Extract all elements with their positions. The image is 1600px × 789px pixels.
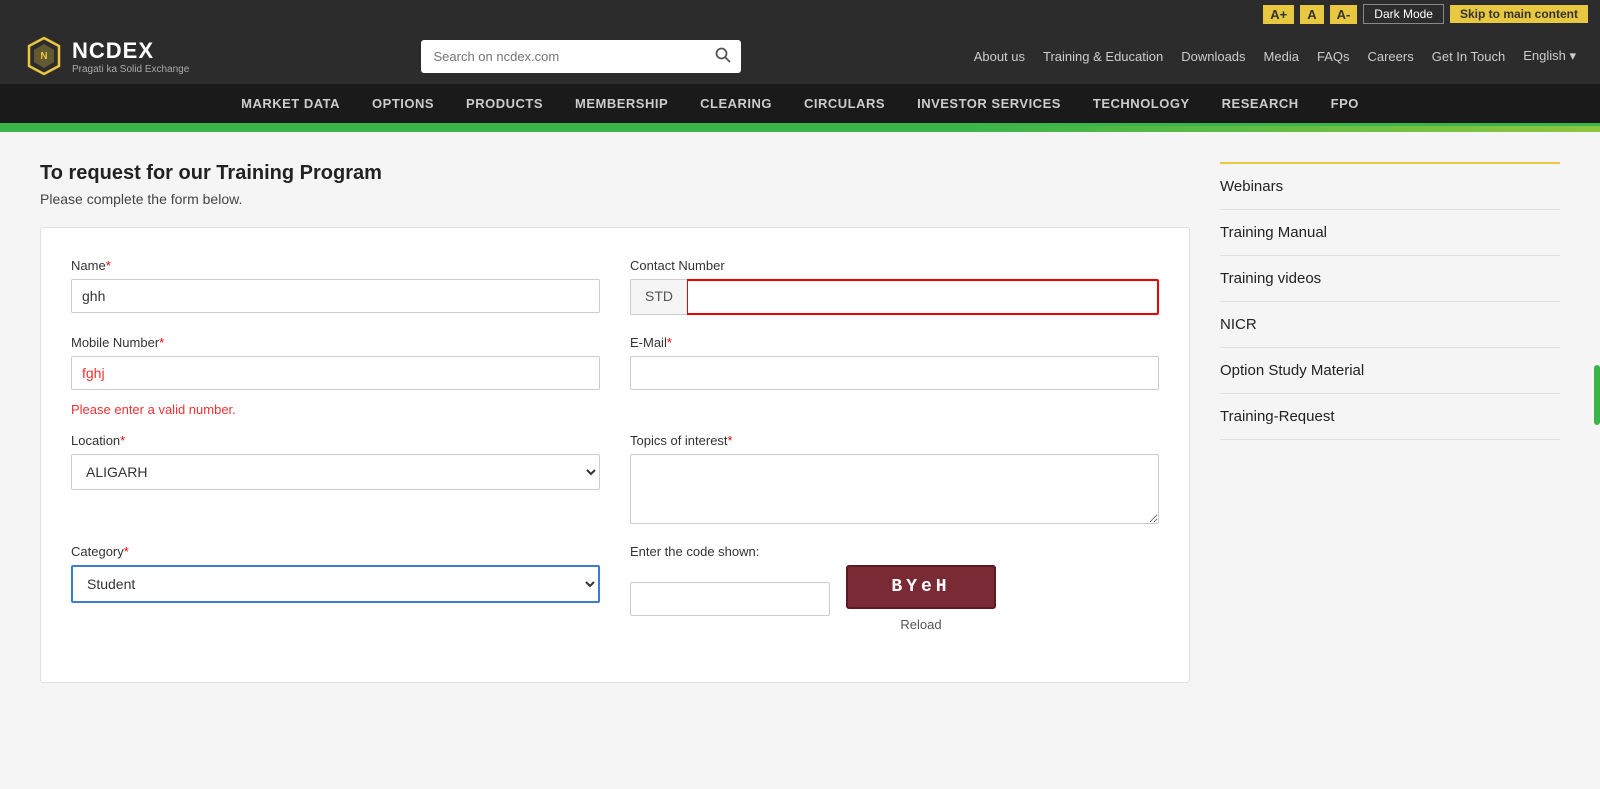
email-input[interactable]	[630, 356, 1159, 390]
logo-area[interactable]: N NCDEX Pragati ka Solid Exchange	[24, 36, 189, 76]
nav-technology[interactable]: TECHNOLOGY	[1077, 84, 1206, 123]
email-group: E-Mail*	[630, 335, 1159, 390]
skip-to-main-link[interactable]: Skip to main content	[1450, 5, 1588, 23]
captcha-input-area: BYeH Reload	[630, 565, 1159, 632]
downloads-link[interactable]: Downloads	[1181, 49, 1245, 64]
page-title: To request for our Training Program	[40, 162, 1190, 185]
captcha-image: BYeH	[846, 565, 996, 609]
font-size-normal-button[interactable]: A	[1300, 5, 1323, 24]
nav-membership[interactable]: MEMBERSHIP	[559, 84, 684, 123]
contact-group: Contact Number STD	[630, 258, 1159, 315]
search-button[interactable]	[705, 40, 741, 73]
search-input[interactable]	[421, 42, 705, 71]
sidebar-item-option-study-material[interactable]: Option Study Material	[1220, 348, 1560, 394]
nav-market-data[interactable]: MARKET DATA	[225, 84, 356, 123]
name-input[interactable]	[71, 279, 600, 313]
topics-label: Topics of interest*	[630, 433, 1159, 448]
search-bar	[209, 40, 953, 73]
main-content: To request for our Training Program Plea…	[40, 162, 1190, 683]
top-nav: About us Training & Education Downloads …	[974, 48, 1576, 64]
location-select[interactable]: ALIGARH AGRA DELHI MUMBAI BANGALORE	[71, 454, 600, 490]
form-row-location-topics: Location* ALIGARH AGRA DELHI MUMBAI BANG…	[71, 433, 1159, 524]
get-in-touch-link[interactable]: Get In Touch	[1432, 49, 1505, 64]
nav-research[interactable]: RESEARCH	[1206, 84, 1315, 123]
name-group: Name*	[71, 258, 600, 315]
contact-label: Contact Number	[630, 258, 1159, 273]
captcha-label: Enter the code shown:	[630, 544, 1159, 559]
main-nav: MARKET DATA OPTIONS PRODUCTS MEMBERSHIP …	[0, 84, 1600, 126]
font-size-plus-button[interactable]: A+	[1263, 5, 1294, 24]
location-group: Location* ALIGARH AGRA DELHI MUMBAI BANG…	[71, 433, 600, 524]
nav-options[interactable]: OPTIONS	[356, 84, 450, 123]
form-row-name-contact: Name* Contact Number STD	[71, 258, 1159, 315]
nav-circulars[interactable]: CIRCULARS	[788, 84, 901, 123]
faqs-link[interactable]: FAQs	[1317, 49, 1350, 64]
sidebar-item-training-videos[interactable]: Training videos	[1220, 256, 1560, 302]
nav-clearing[interactable]: CLEARING	[684, 84, 788, 123]
scroll-accent-bar	[1594, 365, 1600, 425]
category-select[interactable]: Student Professional Farmer Trader	[71, 565, 600, 603]
access-bar: A+ A A- Dark Mode Skip to main content	[0, 0, 1600, 28]
contact-number-input[interactable]	[687, 279, 1159, 315]
mobile-input[interactable]	[71, 356, 600, 390]
sidebar-item-webinars[interactable]: Webinars	[1220, 164, 1560, 210]
logo-tagline: Pragati ka Solid Exchange	[72, 64, 189, 75]
training-education-link[interactable]: Training & Education	[1043, 49, 1163, 64]
search-icon	[715, 47, 731, 63]
form-row-mobile-email: Mobile Number* E-Mail*	[71, 335, 1159, 390]
captcha-group: Enter the code shown: BYeH Reload	[630, 544, 1159, 632]
email-label: E-Mail*	[630, 335, 1159, 350]
sidebar-nav: Webinars Training Manual Training videos…	[1220, 162, 1560, 440]
category-label: Category*	[71, 544, 600, 559]
sidebar-item-training-request[interactable]: Training-Request	[1220, 394, 1560, 440]
std-label: STD	[630, 279, 687, 315]
mobile-label: Mobile Number*	[71, 335, 600, 350]
logo-name: NCDEX	[72, 38, 189, 64]
nav-products[interactable]: PRODUCTS	[450, 84, 559, 123]
captcha-input[interactable]	[630, 582, 830, 616]
topics-textarea[interactable]	[630, 454, 1159, 524]
svg-text:N: N	[40, 51, 47, 62]
dark-mode-button[interactable]: Dark Mode	[1363, 4, 1444, 24]
training-request-form: Name* Contact Number STD Mobile Number*	[40, 227, 1190, 683]
logo-icon: N	[24, 36, 64, 76]
location-label: Location*	[71, 433, 600, 448]
about-us-link[interactable]: About us	[974, 49, 1025, 64]
form-subheading: Please complete the form below.	[40, 191, 1190, 207]
sidebar-item-nicr[interactable]: NICR	[1220, 302, 1560, 348]
font-size-minus-button[interactable]: A-	[1330, 5, 1358, 24]
validation-error-message: Please enter a valid number.	[71, 402, 1159, 417]
mobile-group: Mobile Number*	[71, 335, 600, 390]
language-selector[interactable]: English ▾	[1523, 48, 1576, 64]
name-label: Name*	[71, 258, 600, 273]
contact-wrap: STD	[630, 279, 1159, 315]
sidebar: Webinars Training Manual Training videos…	[1220, 162, 1560, 683]
form-row-category-captcha: Category* Student Professional Farmer Tr…	[71, 544, 1159, 632]
media-link[interactable]: Media	[1264, 49, 1299, 64]
reload-captcha-button[interactable]: Reload	[900, 617, 941, 632]
topics-group: Topics of interest*	[630, 433, 1159, 524]
category-group: Category* Student Professional Farmer Tr…	[71, 544, 600, 603]
sidebar-item-training-manual[interactable]: Training Manual	[1220, 210, 1560, 256]
careers-link[interactable]: Careers	[1367, 49, 1413, 64]
site-header: N NCDEX Pragati ka Solid Exchange About …	[0, 28, 1600, 84]
nav-investor-services[interactable]: INVESTOR SERVICES	[901, 84, 1077, 123]
nav-fpo[interactable]: FPO	[1315, 84, 1375, 123]
